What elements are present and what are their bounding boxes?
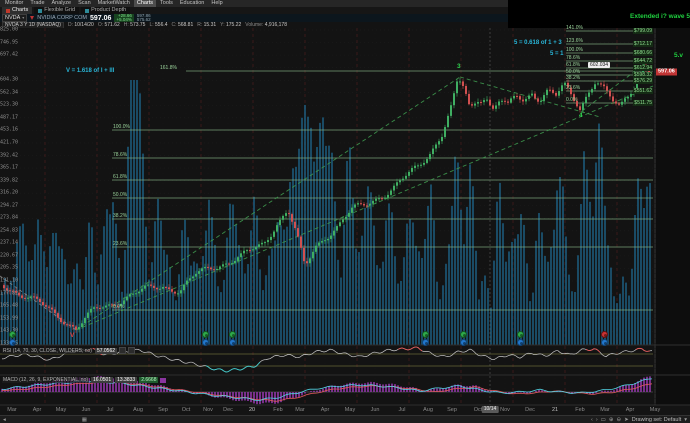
macd-study-row: MACD (12, 26, 9, EXPONENTIAL, no) 16.050…: [2, 377, 166, 383]
cursor-icon: ➤: [624, 416, 629, 423]
macd-value: 16.0501: [91, 377, 113, 383]
grid-toggle-icon[interactable]: ▦: [82, 416, 87, 423]
pan-right-icon[interactable]: ›: [596, 416, 598, 423]
fit-icon[interactable]: ▭: [601, 416, 606, 423]
zoom-out-icon[interactable]: ⊖: [616, 416, 621, 423]
rsi-help-icon[interactable]: [128, 347, 135, 354]
status-bar: ◂ ▦ ‹ › ▭ ⊕ ⊖ ➤ Drawing set: Default ▾: [0, 415, 690, 423]
macd-avg-value: 13.3833: [115, 377, 137, 383]
rsi-value: 57.0562: [95, 348, 117, 354]
collapse-icon[interactable]: ◂: [3, 416, 6, 423]
trading-platform-window: MonitorTradeAnalyzeScanMarketWatchCharts…: [0, 0, 690, 423]
drawing-set-selector[interactable]: Drawing set: Default: [632, 417, 682, 423]
rsi-study-row: RSI (14, 70, 30, CLOSE, WILDERS, no) 57.…: [2, 347, 135, 354]
rsi-label[interactable]: RSI (14, 70, 30, CLOSE, WILDERS, no): [2, 348, 93, 354]
zoom-in-icon[interactable]: ⊕: [609, 416, 614, 423]
price-chart[interactable]: [0, 0, 690, 423]
chevron-down-icon[interactable]: ▾: [684, 416, 687, 423]
rsi-settings-icon[interactable]: [119, 347, 126, 354]
macd-histogram-swatch: [160, 378, 166, 383]
macd-label[interactable]: MACD (12, 26, 9, EXPONENTIAL, no): [2, 377, 89, 383]
macd-diff-badge: 2.6668: [139, 377, 158, 383]
pan-left-icon[interactable]: ‹: [591, 416, 593, 423]
